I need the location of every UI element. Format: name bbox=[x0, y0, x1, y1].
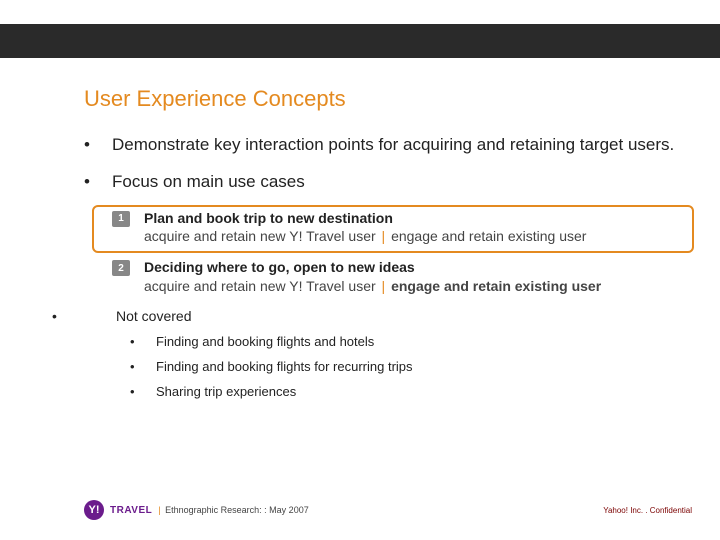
bullet-dot: • bbox=[130, 384, 156, 399]
case-number-badge: 2 bbox=[112, 260, 130, 276]
use-cases: 1 Plan and book trip to new destination … bbox=[90, 209, 690, 297]
slide-footer: Y! TRAVEL | Ethnographic Research: : May… bbox=[84, 500, 692, 520]
case-subtitle: acquire and retain new Y! Travel user | … bbox=[144, 227, 586, 246]
bullet-dot: • bbox=[130, 359, 156, 374]
yahoo-logo-icon: Y! bbox=[84, 500, 104, 520]
footer-caption: | Ethnographic Research: : May 2007 bbox=[158, 505, 308, 515]
case-title: Plan and book trip to new destination bbox=[144, 209, 586, 228]
confidential-label: Yahoo! Inc. . Confidential bbox=[603, 506, 692, 515]
separator-icon: | bbox=[380, 228, 388, 244]
main-bullet-list: • Demonstrate key interaction points for… bbox=[84, 134, 690, 193]
slide-title: User Experience Concepts bbox=[84, 86, 690, 112]
bullet-dot: • bbox=[84, 171, 112, 192]
not-covered-list: • Finding and booking flights and hotels… bbox=[130, 334, 690, 399]
bullet-dot: • bbox=[130, 334, 156, 349]
list-item: • Finding and booking flights for recurr… bbox=[130, 359, 690, 374]
case-number-badge: 1 bbox=[112, 211, 130, 227]
title-bar bbox=[0, 24, 720, 58]
bullet-item: • Demonstrate key interaction points for… bbox=[84, 134, 690, 155]
bullet-item: • Focus on main use cases bbox=[84, 171, 690, 192]
separator-icon: | bbox=[380, 278, 388, 294]
case-subtitle: acquire and retain new Y! Travel user | … bbox=[144, 277, 601, 296]
list-item-text: Finding and booking flights for recurrin… bbox=[156, 359, 413, 374]
list-item: • Finding and booking flights and hotels bbox=[130, 334, 690, 349]
list-item-text: Finding and booking flights and hotels bbox=[156, 334, 374, 349]
case-title: Deciding where to go, open to new ideas bbox=[144, 258, 601, 277]
separator-icon: | bbox=[158, 505, 162, 515]
footer-caption-text: Ethnographic Research: : May 2007 bbox=[165, 505, 309, 515]
not-covered-heading: • Not covered bbox=[48, 308, 690, 324]
case-body: Deciding where to go, open to new ideas … bbox=[144, 258, 601, 296]
list-item: • Sharing trip experiences bbox=[130, 384, 690, 399]
case-sub-b: engage and retain existing user bbox=[391, 228, 586, 244]
bullet-text: Focus on main use cases bbox=[112, 171, 305, 192]
case-sub-a: acquire and retain new Y! Travel user bbox=[144, 228, 376, 244]
travel-logo-text: TRAVEL bbox=[110, 505, 152, 516]
bullet-dot: • bbox=[84, 134, 112, 155]
bullet-text: Demonstrate key interaction points for a… bbox=[112, 134, 674, 155]
use-case-2: 2 Deciding where to go, open to new idea… bbox=[90, 258, 690, 296]
case-sub-a: acquire and retain new Y! Travel user bbox=[144, 278, 376, 294]
footer-left: Y! TRAVEL | Ethnographic Research: : May… bbox=[84, 500, 309, 520]
bullet-dot: • bbox=[48, 308, 116, 324]
not-covered-label: Not covered bbox=[116, 308, 191, 324]
slide-content: User Experience Concepts • Demonstrate k… bbox=[84, 86, 690, 409]
case-sub-b: engage and retain existing user bbox=[391, 278, 601, 294]
use-case-1: 1 Plan and book trip to new destination … bbox=[90, 209, 690, 247]
list-item-text: Sharing trip experiences bbox=[156, 384, 296, 399]
case-body: Plan and book trip to new destination ac… bbox=[144, 209, 586, 247]
